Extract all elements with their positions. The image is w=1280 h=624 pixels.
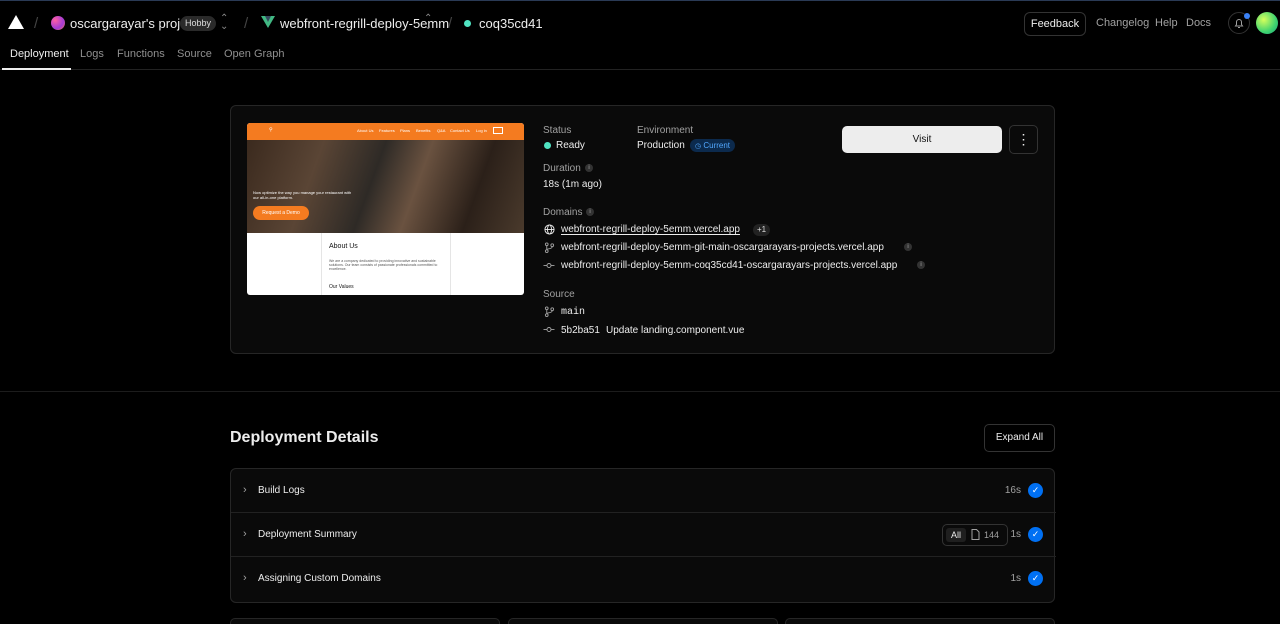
duration-text: 1s: [1010, 573, 1021, 584]
expand-all-button[interactable]: Expand All: [984, 424, 1055, 452]
deployment-id[interactable]: coq35cd41: [479, 16, 543, 31]
separator: /: [448, 15, 453, 32]
plan-badge: Hobby: [180, 16, 217, 31]
environment-label: Environment: [637, 125, 694, 136]
tab-functions[interactable]: Functions: [117, 48, 165, 60]
current-badge-label: Current: [703, 141, 731, 150]
check-icon: ✓: [1028, 527, 1043, 542]
globe-icon: [543, 224, 555, 238]
info-icon[interactable]: i: [586, 208, 594, 216]
duration-text: 16s: [1004, 485, 1021, 496]
preview-logo-icon: ⚲: [269, 127, 273, 133]
chevron-right-icon: ›: [243, 528, 247, 540]
commit-icon: [543, 260, 555, 274]
bottom-card: [508, 618, 778, 624]
section-divider: [0, 391, 1280, 392]
preview-hero-text: Now optimize the way you manage your res…: [253, 190, 352, 200]
info-icon[interactable]: i: [917, 261, 925, 269]
status-ready-dot: [544, 142, 551, 149]
clock-icon: ◷: [695, 143, 702, 150]
duration-value: 18s (1m ago): [543, 179, 602, 190]
bottom-card: [785, 618, 1055, 624]
preview-nav-item: About Us: [357, 128, 374, 133]
preview-nav-item: Features: [379, 128, 395, 133]
git-branch-domain[interactable]: webfront-regrill-deploy-5emm-git-main-os…: [561, 242, 884, 253]
tab-bar: Deployment Logs Functions Source Open Gr…: [0, 44, 1280, 70]
branch-icon: [543, 242, 555, 256]
info-icon[interactable]: i: [585, 164, 593, 172]
details-accordion: › Build Logs 16s ✓ › Deployment Summary …: [230, 468, 1056, 603]
info-icon[interactable]: i: [904, 243, 912, 251]
project-switcher-icon[interactable]: ⌃ ⌄: [424, 14, 432, 32]
accordion-label: Deployment Summary: [258, 529, 357, 540]
source-branch[interactable]: main: [561, 307, 585, 318]
divider: [321, 233, 322, 295]
extra-domains-badge[interactable]: +1: [753, 224, 771, 236]
preview-nav-item: Log in: [476, 128, 487, 133]
current-badge: ◷ Current: [690, 139, 736, 152]
more-options-icon[interactable]: ⋮: [1009, 125, 1038, 154]
team-switcher-icon[interactable]: ⌃ ⌄: [220, 14, 228, 32]
deployment-preview[interactable]: ⚲ About Us Features Plans Benefits Q&A C…: [247, 123, 524, 295]
active-tab-indicator: [2, 68, 71, 70]
separator: /: [244, 15, 249, 32]
duration-text: 1s: [1010, 529, 1021, 540]
status-value: Ready: [556, 140, 585, 151]
preview-nav-item: Benefits: [416, 128, 431, 133]
docs-link[interactable]: Docs: [1186, 17, 1211, 29]
changelog-link[interactable]: Changelog: [1096, 17, 1149, 29]
bottom-card: [230, 618, 500, 624]
preview-navbar: ⚲ About Us Features Plans Benefits Q&A C…: [247, 123, 524, 140]
accordion-label: Build Logs: [258, 485, 305, 496]
vercel-logo-icon[interactable]: [8, 15, 24, 29]
branch-icon: [543, 306, 555, 320]
file-icon[interactable]: [971, 529, 980, 542]
commit-hash[interactable]: 5b2ba51: [561, 325, 600, 336]
filter-all-button[interactable]: All: [946, 528, 966, 542]
domains-label: Domains: [543, 207, 583, 218]
feedback-button[interactable]: Feedback: [1024, 12, 1086, 36]
deployment-details-title: Deployment Details: [230, 429, 379, 446]
accordion-label: Assigning Custom Domains: [258, 573, 381, 584]
chevron-right-icon: ›: [243, 572, 247, 584]
vue-logo-icon: [261, 16, 275, 28]
status-label: Status: [543, 125, 572, 136]
accordion-row-build-logs[interactable]: › Build Logs 16s ✓: [231, 469, 1056, 513]
deployment-domain[interactable]: webfront-regrill-deploy-5emm-coq35cd41-o…: [561, 260, 897, 271]
user-avatar[interactable]: [1256, 12, 1278, 34]
primary-domain-link[interactable]: webfront-regrill-deploy-5emm.vercel.app: [561, 224, 740, 235]
commit-message[interactable]: Update landing.component.vue: [606, 325, 744, 336]
preview-nav-item: Contact Us: [450, 128, 470, 133]
tab-source[interactable]: Source: [177, 48, 212, 60]
preview-hero-image: Now optimize the way you manage your res…: [247, 140, 524, 233]
separator: /: [34, 15, 39, 32]
notification-dot: [1244, 13, 1250, 19]
preview-hero-button: Request a Demo: [253, 206, 309, 220]
accordion-row-custom-domains[interactable]: › Assigning Custom Domains 1s ✓: [231, 557, 1056, 601]
status-dot-icon: [464, 20, 471, 27]
preview-about-text: We are a company dedicated to providing …: [329, 259, 438, 271]
tab-deployment[interactable]: Deployment: [10, 48, 69, 60]
visit-button[interactable]: Visit: [842, 126, 1002, 153]
duration-label: Duration: [543, 163, 581, 174]
top-bar: / oscargarayar's projects Hobby ⌃ ⌄ / web…: [0, 0, 1280, 44]
preview-nav-item: Q&A: [437, 128, 446, 133]
commit-icon: [543, 324, 555, 338]
preview-values-title: Our Values: [329, 284, 354, 290]
check-icon: ✓: [1028, 571, 1043, 586]
divider: [450, 233, 451, 295]
tab-logs[interactable]: Logs: [80, 48, 104, 60]
preview-menu-icon: [493, 127, 503, 134]
team-avatar[interactable]: [51, 16, 65, 30]
environment-value: Production: [637, 140, 685, 151]
help-link[interactable]: Help: [1155, 17, 1178, 29]
preview-about-title: About Us: [329, 243, 358, 250]
chevron-right-icon: ›: [243, 484, 247, 496]
tab-open-graph[interactable]: Open Graph: [224, 48, 285, 60]
source-label: Source: [543, 289, 575, 300]
accordion-row-deployment-summary[interactable]: › Deployment Summary All 144 1s ✓: [231, 513, 1056, 557]
check-icon: ✓: [1028, 483, 1043, 498]
preview-nav-item: Plans: [400, 128, 411, 133]
